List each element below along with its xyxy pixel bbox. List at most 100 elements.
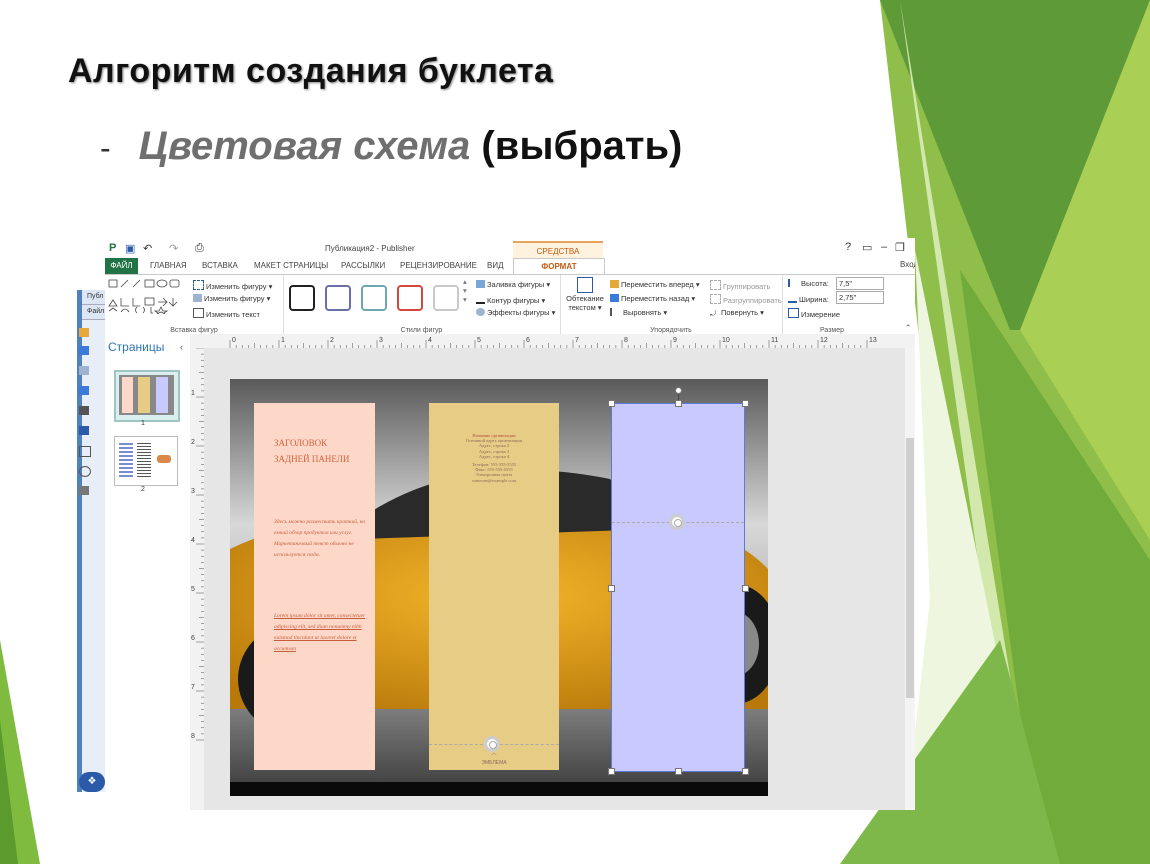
ruler-label: 5: [191, 586, 195, 593]
subtitle-emphasis: Цветовая схема: [138, 124, 471, 168]
resize-handle[interactable]: [742, 400, 749, 407]
scrollbar-thumb[interactable]: [906, 438, 914, 698]
shape-fill-button[interactable]: Заливка фигуры ▾: [476, 280, 550, 289]
page-thumbnail-1[interactable]: [114, 370, 180, 422]
shape-styles-label: Стили фигур: [400, 327, 443, 334]
ruler-label: 3: [191, 488, 195, 495]
ruler-label: 13: [869, 337, 877, 344]
size-group: Высота: 7,5" Ширина: 2,75" Измерение Раз…: [782, 275, 884, 335]
resize-handle[interactable]: [742, 768, 749, 775]
rectangle-tool-icon[interactable]: [79, 446, 91, 457]
collapse-pane-icon[interactable]: ‹: [180, 342, 183, 352]
height-input[interactable]: 7,5": [836, 277, 884, 290]
tool-icon[interactable]: [79, 386, 89, 395]
undo-icon[interactable]: ↶: [143, 242, 152, 255]
minimize-icon[interactable]: –: [881, 241, 887, 253]
tool-icon[interactable]: [79, 328, 89, 337]
help-button[interactable]: ?: [845, 241, 851, 253]
bullet-dash: -: [100, 130, 111, 166]
style-swatch-teal[interactable]: [361, 285, 387, 311]
save-icon[interactable]: ▣: [125, 242, 135, 255]
shape-outline-button[interactable]: Контур фигуры ▾: [476, 294, 545, 305]
org-line: someone@example.com: [471, 477, 517, 483]
rotation-handle[interactable]: [675, 387, 682, 394]
logo-placeholder[interactable]: ⌒ ЭМБЛЕМА: [429, 753, 559, 766]
width-input[interactable]: 2,75": [836, 291, 884, 304]
shapes-gallery[interactable]: [107, 278, 193, 314]
tab-insert[interactable]: ВСТАВКА: [202, 258, 238, 274]
tool-icon[interactable]: [79, 486, 89, 495]
publisher-screenshot: Публ Файл ❖ P ▣ ↶ ↷ ⎙ Публикация2 - Publ…: [77, 238, 915, 810]
tab-view[interactable]: ВИД: [487, 258, 504, 274]
rotate-button[interactable]: ⤾ Повернуть ▾: [710, 308, 764, 318]
tab-format[interactable]: ФОРМАТ: [513, 258, 605, 275]
back-panel-placeholder[interactable]: Lorem ipsum dolor sit amet, consectetuer…: [274, 611, 370, 655]
resize-handle[interactable]: [675, 400, 682, 407]
style-swatch-purple[interactable]: [325, 285, 351, 311]
ribbon: Изменить фигуру ▾ Изменить фигуру ▾ Изме…: [105, 274, 915, 336]
ungroup-button[interactable]: Разгруппировать: [710, 294, 782, 305]
vertical-ruler: 1 2 3 4 5 6 7 8: [190, 347, 205, 810]
page-number-1: 1: [141, 420, 145, 427]
slide-subtitle: - Цветовая схема (выбрать): [100, 124, 682, 169]
tab-page-design[interactable]: МАКЕТ СТРАНИЦЫ: [254, 258, 328, 274]
tool-icon[interactable]: [79, 406, 89, 415]
restore-icon[interactable]: ❐: [895, 241, 905, 254]
send-backward-button[interactable]: Переместить назад ▾: [610, 294, 695, 303]
vertical-scrollbar[interactable]: [905, 348, 915, 810]
gallery-more-icon[interactable]: ▴ ▾ ▾: [463, 277, 467, 304]
tool-icon[interactable]: [79, 366, 89, 375]
oval-tool-icon[interactable]: [79, 466, 91, 477]
tab-home[interactable]: ГЛАВНАЯ: [150, 258, 187, 274]
align-button[interactable]: Выровнять ▾: [610, 308, 667, 317]
back-panel-heading[interactable]: ЗАГОЛОВОК ЗАДНЕЙ ПАНЕЛИ: [274, 435, 364, 467]
style-swatch-red[interactable]: [397, 285, 423, 311]
group-button[interactable]: Группировать: [710, 280, 770, 291]
resize-handle[interactable]: [742, 585, 749, 592]
windows-start-button[interactable]: ❖: [79, 772, 105, 792]
tab-mailings[interactable]: РАССЫЛКИ: [341, 258, 385, 274]
tool-icon[interactable]: [79, 346, 89, 355]
redo-icon[interactable]: ↷: [169, 242, 178, 255]
middle-panel[interactable]: Название организации Основной адрес орга…: [429, 403, 559, 770]
collapse-ribbon-icon[interactable]: ⌃: [905, 323, 911, 332]
subtitle-plain: (выбрать): [481, 124, 683, 168]
resize-handle[interactable]: [608, 768, 615, 775]
ruler-label: 4: [428, 337, 432, 344]
organization-contact-block[interactable]: Название организации Основной адрес орга…: [439, 433, 549, 483]
size-label: Размер: [819, 327, 845, 334]
bring-forward-button[interactable]: Переместить вперед ▾: [610, 280, 700, 289]
tab-file[interactable]: ФАЙЛ: [105, 258, 138, 274]
page-thumbnail-2[interactable]: [114, 436, 178, 486]
tab-review[interactable]: РЕЦЕНЗИРОВАНИЕ: [400, 258, 477, 274]
publisher-window: P ▣ ↶ ↷ ⎙ Публикация2 - Publisher СРЕДСТ…: [105, 238, 915, 810]
shape-effects-button[interactable]: Эффекты фигуры ▾: [476, 308, 555, 317]
print-preview-icon[interactable]: ⎙: [195, 242, 204, 255]
back-panel[interactable]: ЗАГОЛОВОК ЗАДНЕЙ ПАНЕЛИ Здесь можно разм…: [254, 403, 375, 770]
change-shape-button[interactable]: Изменить фигуру ▾: [193, 294, 270, 303]
style-swatch-gray[interactable]: [433, 285, 459, 311]
ribbon-options-icon[interactable]: ▭: [862, 241, 872, 254]
ruler-label: 6: [191, 635, 195, 642]
edit-shape-button[interactable]: Изменить фигуру ▾: [193, 280, 272, 291]
sign-in-link[interactable]: Вход: [900, 260, 915, 269]
position-handle-icon[interactable]: [669, 514, 685, 530]
style-swatch-black[interactable]: [289, 285, 315, 311]
brochure-page: ЗАГОЛОВОК ЗАДНЕЙ ПАНЕЛИ Здесь можно разм…: [230, 379, 768, 796]
ruler-label: 10: [722, 337, 730, 344]
resize-handle[interactable]: [608, 400, 615, 407]
slide-title: Алгоритм создания буклета: [68, 52, 554, 90]
selected-front-panel[interactable]: [611, 403, 745, 772]
measure-button[interactable]: Измерение: [788, 308, 840, 319]
edit-text-button[interactable]: Изменить текст: [193, 308, 260, 319]
position-handle-icon[interactable]: [484, 736, 500, 752]
wrap-text-button[interactable]: Обтекание текстом ▾: [566, 277, 604, 312]
arrange-label: Упорядочить: [650, 327, 692, 334]
ribbon-tabs: ФАЙЛ ГЛАВНАЯ ВСТАВКА МАКЕТ СТРАНИЦЫ РАСС…: [105, 258, 915, 275]
ruler-label: 3: [379, 337, 383, 344]
insert-shapes-group: Изменить фигуру ▾ Изменить фигуру ▾ Изме…: [105, 275, 284, 335]
back-panel-body[interactable]: Здесь можно разместить краткий, но емкий…: [274, 517, 368, 561]
tool-icon[interactable]: [79, 426, 89, 435]
resize-handle[interactable]: [675, 768, 682, 775]
resize-handle[interactable]: [608, 585, 615, 592]
